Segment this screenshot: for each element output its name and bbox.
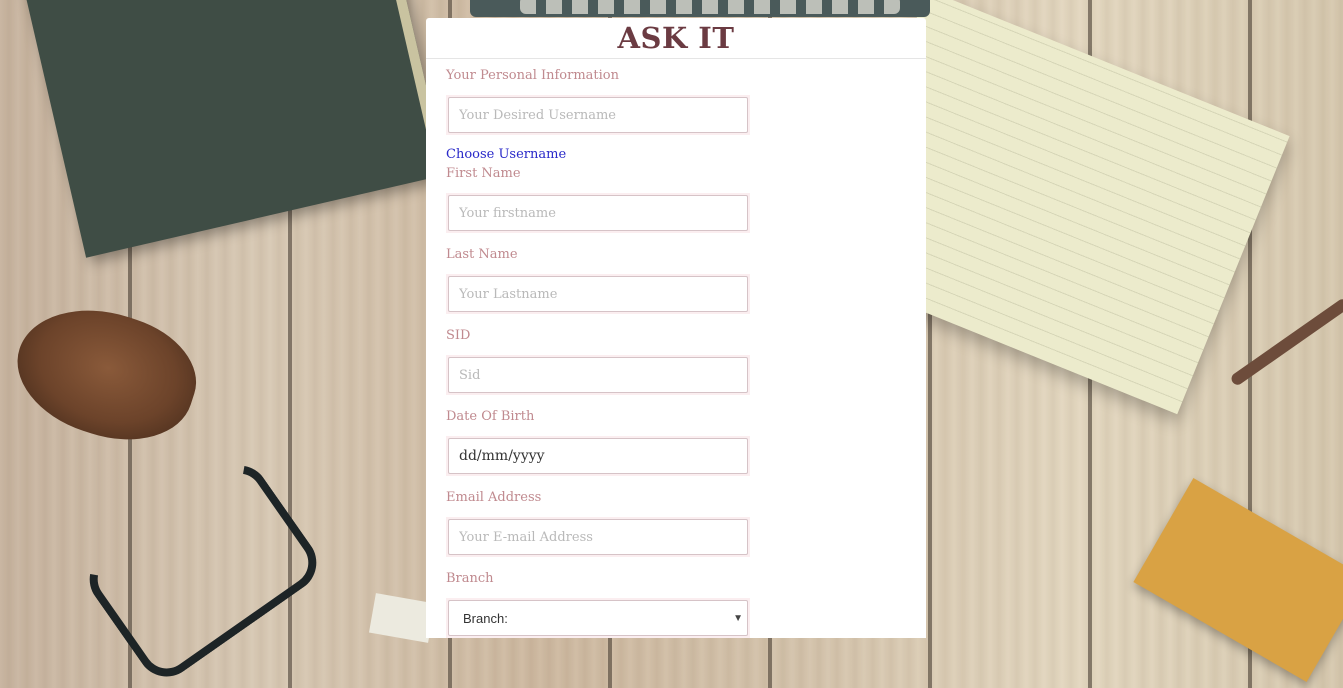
panel-header: ASK IT [426, 18, 926, 59]
book-image [22, 0, 447, 258]
first-name-input[interactable] [448, 195, 748, 231]
color-slides-box-image [1133, 478, 1343, 682]
section-label: Your Personal Information [446, 68, 619, 83]
dob-field-wrap: dd/mm/yyyy [446, 436, 750, 476]
pinecone-image [1, 288, 211, 460]
signup-panel: ASK IT Your Personal Information Choose … [426, 18, 926, 638]
chevron-down-icon: ▼ [733, 612, 743, 624]
stick-image [1229, 296, 1343, 388]
page-title: ASK IT [617, 21, 735, 55]
email-label: Email Address [446, 490, 542, 505]
last-name-input[interactable] [448, 276, 748, 312]
sid-label: SID [446, 328, 471, 343]
typewriter-keys-image [520, 0, 900, 14]
username-field-wrap [446, 95, 750, 135]
branch-label: Branch [446, 571, 494, 586]
branch-field-wrap: Branch: ▼ [446, 598, 750, 638]
first-name-label: First Name [446, 166, 521, 181]
dob-input[interactable]: dd/mm/yyyy [448, 438, 748, 474]
choose-username-link[interactable]: Choose Username [446, 147, 926, 162]
sid-field-wrap [446, 355, 750, 395]
sid-input[interactable] [448, 357, 748, 393]
email-field-wrap [446, 517, 750, 557]
signup-form: Your Personal Information Choose Usernam… [426, 59, 926, 638]
branch-select-value: Branch: [463, 610, 508, 626]
first-name-field-wrap [446, 193, 750, 233]
glasses-image [77, 453, 329, 688]
last-name-label: Last Name [446, 247, 518, 262]
dob-label: Date Of Birth [446, 409, 535, 424]
branch-select[interactable]: Branch: ▼ [448, 600, 748, 636]
username-input[interactable] [448, 97, 748, 133]
email-input[interactable] [448, 519, 748, 555]
last-name-field-wrap [446, 274, 750, 314]
